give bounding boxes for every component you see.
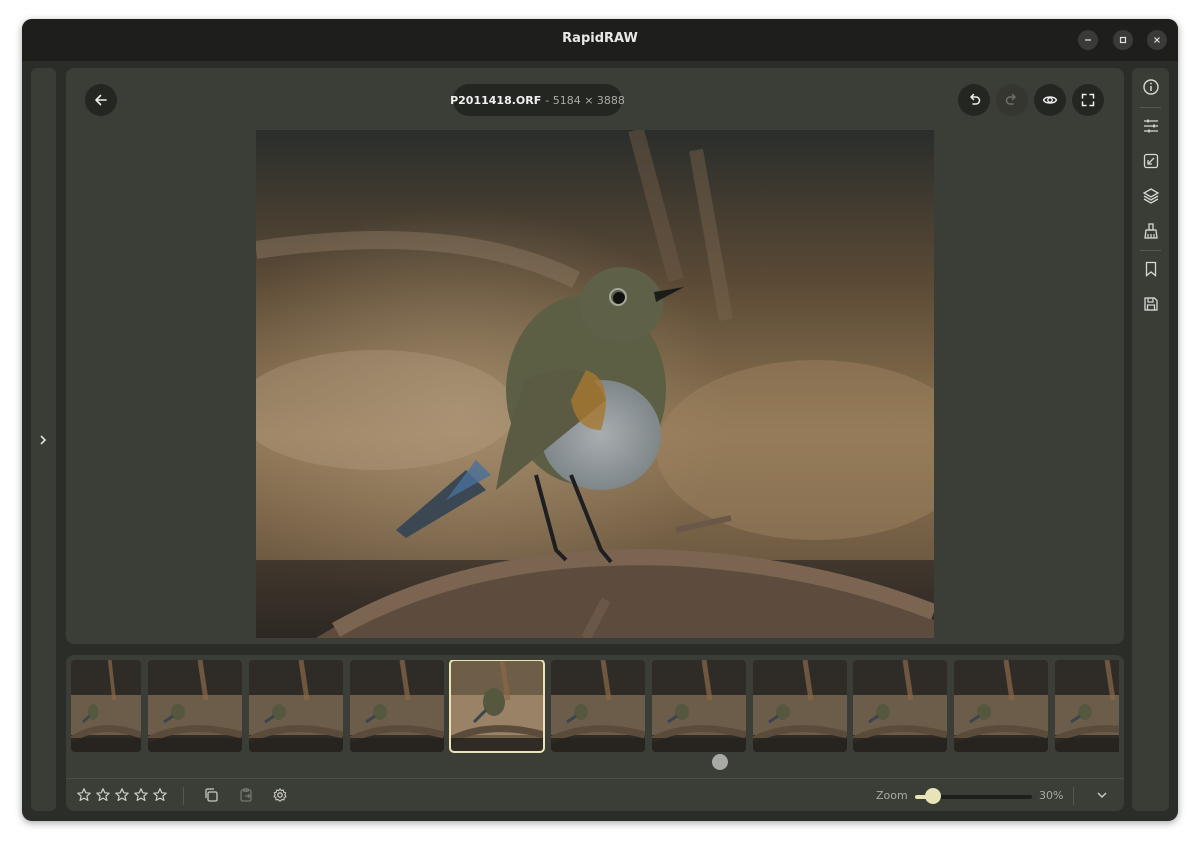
window-title: RapidRAW (562, 31, 638, 46)
adjustments-icon[interactable] (1142, 117, 1160, 135)
zoom-value: 30% (1039, 789, 1064, 802)
thumbnail-image (249, 660, 343, 752)
retouch-icon[interactable] (1142, 222, 1160, 240)
copy-icon[interactable] (203, 787, 219, 803)
thumbnail-image (652, 660, 746, 752)
thumbnail[interactable] (954, 660, 1048, 752)
editor-panel: P2011418.ORF - 5184 × 3888 (66, 68, 1124, 644)
filmstrip: Zoom 30% (66, 655, 1124, 811)
thumbnail-selected[interactable] (449, 660, 545, 753)
file-name: P2011418.ORF (450, 93, 542, 107)
back-arrow-icon (95, 94, 107, 106)
thumbnail-image (450, 660, 544, 752)
thumbnail-image (853, 660, 947, 752)
info-icon[interactable] (1142, 78, 1160, 96)
thumbnail[interactable] (71, 660, 141, 752)
toolbar-divider (1140, 107, 1161, 108)
undo-icon (970, 93, 981, 105)
eye-icon (1042, 96, 1058, 104)
thumbnail[interactable] (1055, 660, 1119, 752)
divider (1073, 787, 1074, 805)
toolbar-divider (1140, 250, 1161, 251)
save-icon[interactable] (1142, 295, 1160, 313)
thumbnail[interactable] (249, 660, 343, 752)
bottom-bar: Zoom 30% (66, 778, 1124, 811)
thumbnail-image (753, 660, 847, 752)
file-dimensions: - 5184 × 3888 (545, 93, 625, 107)
thumbnail[interactable] (652, 660, 746, 752)
star-icon[interactable] (114, 787, 130, 803)
maximize-icon (1119, 36, 1127, 44)
zoom-slider-handle[interactable] (924, 788, 941, 804)
right-toolbar (1132, 68, 1169, 811)
file-info-pill: P2011418.ORF - 5184 × 3888 (450, 84, 625, 116)
paste-icon[interactable] (238, 787, 254, 803)
thumbnail[interactable] (350, 660, 444, 752)
fullscreen-icon (1081, 93, 1095, 107)
crop-icon[interactable] (1142, 152, 1160, 170)
thumbnail[interactable] (853, 660, 947, 752)
back-button[interactable] (85, 84, 117, 116)
redo-icon (1005, 93, 1016, 105)
close-icon (1154, 37, 1160, 43)
thumbnail-image (71, 660, 141, 752)
thumbnail-image (551, 660, 645, 752)
main-photo (256, 130, 934, 638)
maximize-button[interactable] (1113, 30, 1133, 50)
star-icon[interactable] (95, 787, 111, 803)
layers-icon[interactable] (1142, 187, 1160, 205)
bookmark-icon[interactable] (1142, 260, 1160, 278)
minimize-icon (1085, 39, 1091, 41)
thumbnail[interactable] (551, 660, 645, 752)
undo-button[interactable] (958, 84, 990, 116)
chevron-right-icon (40, 435, 47, 445)
chevron-down-icon[interactable] (1094, 787, 1110, 803)
thumbnail-image (954, 660, 1048, 752)
close-button[interactable] (1147, 30, 1167, 50)
gear-icon[interactable] (272, 787, 288, 803)
filmstrip-scroll-handle[interactable] (712, 754, 728, 770)
thumbnail[interactable] (148, 660, 242, 752)
thumbnail-strip[interactable] (71, 660, 1119, 754)
minimize-button[interactable] (1078, 30, 1098, 50)
left-panel-toggle[interactable] (31, 68, 56, 811)
app-window: RapidRAW P2011418.ORF - 5184 × 3888 Zoom… (22, 19, 1178, 821)
star-icon[interactable] (152, 787, 168, 803)
zoom-label: Zoom (876, 789, 908, 802)
star-icon[interactable] (133, 787, 149, 803)
thumbnail-image (1055, 660, 1119, 752)
toggle-original-button[interactable] (1034, 84, 1066, 116)
thumbnail[interactable] (753, 660, 847, 752)
thumbnail-image (350, 660, 444, 752)
redo-button[interactable] (996, 84, 1028, 116)
fullscreen-button[interactable] (1072, 84, 1104, 116)
star-icon[interactable] (76, 787, 92, 803)
divider (183, 787, 184, 805)
thumbnail-image (148, 660, 242, 752)
title-bar: RapidRAW (22, 19, 1178, 61)
